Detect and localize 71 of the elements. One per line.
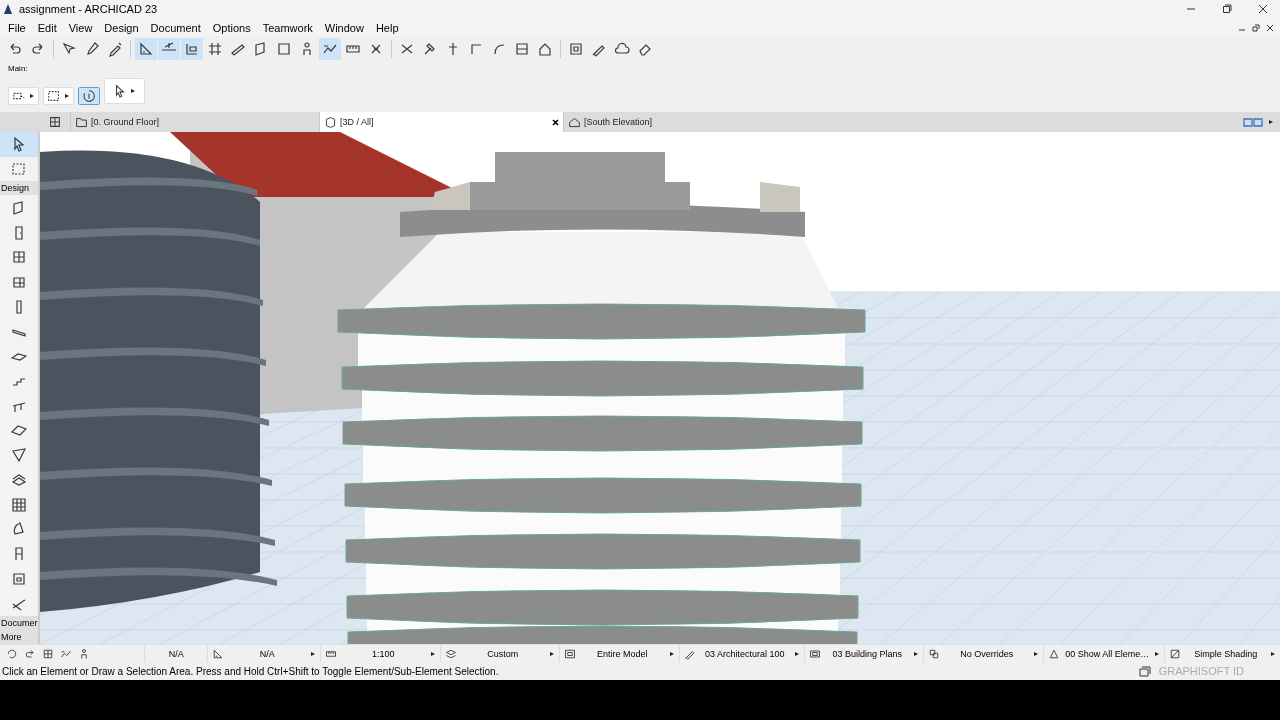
arrow-icon xyxy=(113,84,127,98)
view-tab[interactable]: [3D / All] xyxy=(319,112,563,132)
caret-icon[interactable] xyxy=(429,650,436,657)
morph-icon xyxy=(11,521,27,538)
grid-icon xyxy=(207,40,223,57)
redo-icon xyxy=(24,647,36,660)
menu-item[interactable]: Design xyxy=(98,21,145,34)
tool-button[interactable] xyxy=(0,132,38,157)
syringe-icon xyxy=(107,40,123,57)
maximize-icon[interactable] xyxy=(1222,4,1232,14)
caret-icon[interactable] xyxy=(549,650,555,657)
menu-item[interactable]: Edit xyxy=(31,21,63,34)
shading-icon xyxy=(1169,647,1182,660)
caret-icon[interactable] xyxy=(130,88,136,94)
menu-item[interactable]: View xyxy=(62,21,99,34)
caret-icon[interactable] xyxy=(913,650,920,657)
folder-icon xyxy=(75,115,88,129)
caret-icon[interactable] xyxy=(64,93,70,99)
close-icon[interactable] xyxy=(552,118,559,126)
toolbar-label: Main: xyxy=(8,64,29,73)
rotate-icon xyxy=(6,647,18,660)
pointer-bubble-icon xyxy=(61,40,77,57)
toolbox-section-label[interactable]: Documer xyxy=(0,615,38,630)
roof-icon xyxy=(11,422,27,439)
menu-item[interactable]: File xyxy=(2,21,32,34)
toolbar-button[interactable] xyxy=(319,37,341,60)
caret-icon[interactable] xyxy=(1032,650,1039,657)
overlap-icon xyxy=(928,647,941,660)
close-icon[interactable] xyxy=(1258,4,1268,14)
caret-icon[interactable] xyxy=(29,93,35,99)
caret-icon[interactable] xyxy=(1269,650,1276,657)
tab-grid-icon xyxy=(48,115,62,129)
house-icon xyxy=(568,115,581,129)
layers-icon xyxy=(444,647,457,660)
marquee-icon xyxy=(47,89,61,103)
caret-icon[interactable] xyxy=(793,650,800,657)
eyedropper-icon xyxy=(84,40,100,57)
triangle-icon xyxy=(1047,647,1060,660)
window-icon xyxy=(11,274,27,291)
status-message: Click an Element or Draw a Selection Area. Press and Hold Ctrl+Shift to Toggle Element/Sub-Element Selection. xyxy=(2,665,499,677)
menu-item[interactable]: Document xyxy=(144,21,207,34)
cloud-icon xyxy=(614,40,630,57)
window-icon xyxy=(11,249,27,266)
split-icon xyxy=(514,40,530,57)
curtain-wall-icon xyxy=(11,496,27,513)
menu-item[interactable]: Window xyxy=(318,21,370,34)
marquee-icon xyxy=(11,161,27,178)
caret-icon[interactable] xyxy=(1154,650,1161,657)
object-icon xyxy=(11,570,27,587)
menu-item[interactable]: Teamwork xyxy=(256,21,319,34)
menu-item[interactable]: Help xyxy=(369,21,405,34)
frame-icon xyxy=(568,40,584,57)
toolbar-button[interactable] xyxy=(78,87,100,105)
toolbox-section-label[interactable]: Design xyxy=(0,181,38,196)
app-logo-icon xyxy=(3,3,13,15)
caret-icon[interactable] xyxy=(1268,119,1274,125)
close-icon[interactable] xyxy=(1266,23,1274,32)
window-icon[interactable] xyxy=(1138,665,1151,677)
magic-wand-icon xyxy=(82,89,96,103)
toolbar-button[interactable] xyxy=(135,37,157,60)
shell-icon xyxy=(11,447,27,464)
menu-item[interactable]: Options xyxy=(206,21,257,34)
window-title: assignment - ARCHICAD 23 xyxy=(19,3,158,15)
caret-icon[interactable] xyxy=(310,650,316,657)
square-icon xyxy=(276,40,292,57)
window-icon xyxy=(42,647,54,660)
person-icon xyxy=(78,647,90,660)
caret-icon[interactable] xyxy=(668,650,675,657)
restore-icon[interactable] xyxy=(1252,23,1260,32)
arrow-icon xyxy=(11,136,27,153)
cube-icon xyxy=(324,115,337,129)
